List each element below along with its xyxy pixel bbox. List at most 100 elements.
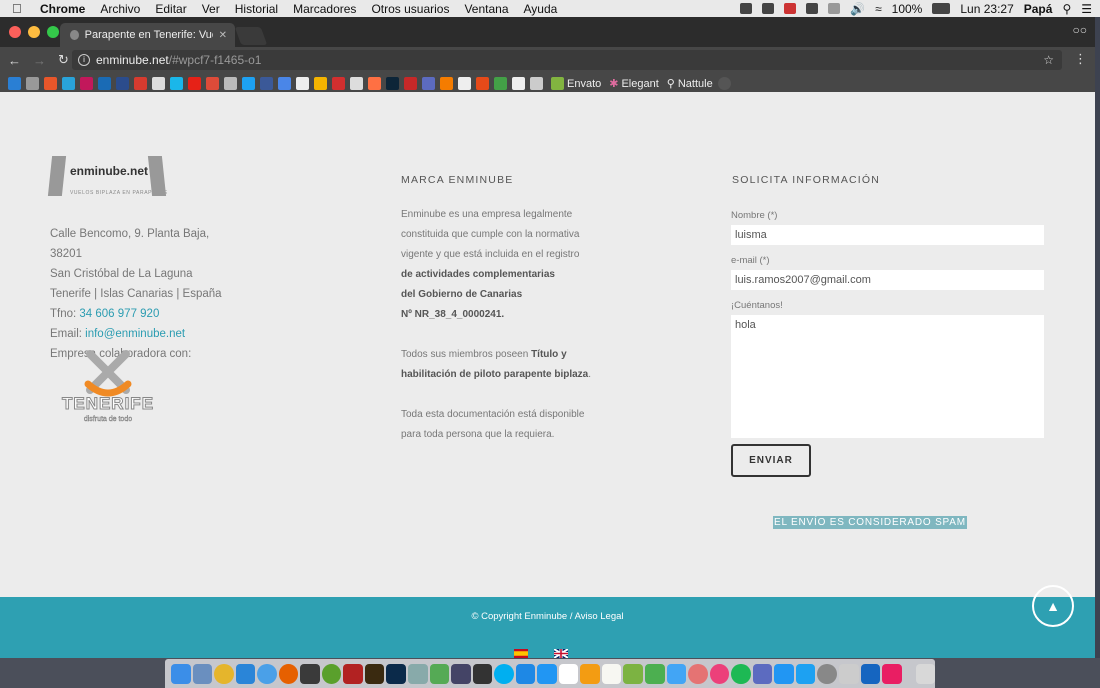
firefox-icon[interactable] [278, 663, 299, 684]
battery-icon[interactable] [932, 3, 951, 14]
app-icon[interactable] [451, 663, 471, 684]
bookmark-envato[interactable]: Envato [551, 77, 601, 90]
photos-icon[interactable] [688, 663, 708, 684]
app-icon[interactable] [472, 663, 493, 684]
name-field[interactable]: luisma [731, 225, 1044, 245]
menu-marcadores[interactable]: Marcadores [293, 2, 356, 16]
close-window-button[interactable] [9, 26, 21, 38]
twitter-icon[interactable] [795, 663, 816, 684]
calendar-icon[interactable] [558, 663, 579, 684]
gmail-status-icon[interactable] [784, 3, 797, 14]
app-icon[interactable] [838, 663, 859, 684]
menu-archivo[interactable]: Archivo [100, 2, 140, 16]
bookmark-icon[interactable] [368, 77, 381, 90]
bookmark-icon[interactable] [494, 77, 507, 90]
bookmark-icon[interactable] [224, 77, 237, 90]
chrome-icon[interactable] [214, 663, 234, 684]
bookmark-icon[interactable] [134, 77, 147, 90]
app-store-icon[interactable] [235, 663, 256, 684]
display-icon[interactable] [806, 3, 819, 14]
menu-ver[interactable]: Ver [202, 2, 220, 16]
itunes-icon[interactable] [709, 663, 730, 684]
app-icon[interactable] [882, 663, 902, 684]
bookmark-icon[interactable] [170, 77, 183, 90]
email-link[interactable]: info@enminube.net [85, 328, 185, 340]
phone-link[interactable]: 34 606 977 920 [79, 308, 159, 320]
bookmark-icon[interactable] [530, 77, 543, 90]
bookmark-icon[interactable] [98, 77, 111, 90]
maximize-window-button[interactable] [47, 26, 59, 38]
forward-icon[interactable]: → [33, 53, 46, 68]
skype-icon[interactable] [494, 663, 514, 684]
drive-icon[interactable] [740, 3, 753, 14]
bookmark-icon[interactable] [458, 77, 471, 90]
bookmark-elegant[interactable]: ✱ Elegant [609, 77, 659, 91]
notes-icon[interactable] [601, 663, 622, 684]
app-icon[interactable] [645, 663, 665, 684]
bookmark-icon[interactable] [332, 77, 345, 90]
reload-icon[interactable]: ↻ [58, 52, 69, 68]
bookmark-icon[interactable] [44, 77, 57, 90]
menu-app-name[interactable]: Chrome [40, 2, 85, 16]
new-tab-button[interactable] [234, 27, 268, 45]
app-icon[interactable] [752, 663, 773, 684]
illustrator-icon[interactable] [364, 663, 385, 684]
back-icon[interactable]: ← [8, 53, 21, 68]
app-icon[interactable] [623, 663, 644, 684]
spotlight-icon[interactable]: ⚲ [1062, 2, 1071, 16]
menu-editar[interactable]: Editar [155, 2, 186, 16]
bookmark-icon[interactable] [188, 77, 201, 90]
bookmark-icon[interactable] [278, 77, 291, 90]
menu-ayuda[interactable]: Ayuda [524, 2, 558, 16]
enminube-logo[interactable]: enminube.net VUELOS BIPLAZA EN PARAPENTE [47, 154, 170, 202]
bookmark-icon[interactable] [350, 77, 363, 90]
spanish-flag-icon[interactable] [514, 649, 528, 658]
app-icon[interactable] [515, 663, 536, 684]
bookmark-nattule[interactable]: ⚲ Nattule [667, 77, 713, 91]
scroll-to-top-button[interactable]: ▲ [1032, 585, 1074, 627]
bluetooth-icon[interactable] [828, 3, 841, 14]
clock[interactable]: Lun 23:27 [960, 2, 1013, 16]
bookmark-icon[interactable] [404, 77, 417, 90]
user-name[interactable]: Papá [1024, 2, 1053, 16]
tenerife-logo[interactable]: TENERIFE disfruta de todo [52, 350, 164, 434]
bookmark-icon[interactable] [314, 77, 327, 90]
bookmark-icon[interactable] [116, 77, 129, 90]
menu-otros-usuarios[interactable]: Otros usuarios [371, 2, 449, 16]
app-store-icon[interactable] [774, 663, 794, 684]
email-field[interactable]: luis.ramos2007@gmail.com [731, 270, 1044, 290]
apple-icon[interactable]:  [12, 1, 26, 16]
bookmark-icon[interactable] [62, 77, 75, 90]
gps-dmp-icon[interactable] [860, 663, 881, 684]
wifi-icon[interactable]: ≈ [875, 2, 882, 16]
bookmark-icon[interactable] [476, 77, 489, 90]
menu-ventana[interactable]: Ventana [464, 2, 508, 16]
bookmark-icon[interactable] [206, 77, 219, 90]
bookmark-icon[interactable] [242, 77, 255, 90]
app-icon[interactable] [537, 663, 557, 684]
chrome-menu-icon[interactable]: ⋮ [1074, 51, 1087, 67]
filezilla-icon[interactable] [343, 663, 363, 684]
copyright-text[interactable]: © Copyright Enminube / Aviso Legal [0, 611, 1095, 622]
app-icon[interactable] [666, 663, 687, 684]
minimize-window-button[interactable] [28, 26, 40, 38]
app-icon[interactable] [580, 663, 600, 684]
trash-icon[interactable] [915, 663, 936, 684]
bookmark-icon[interactable] [422, 77, 435, 90]
tab-active[interactable]: Parapente en Tenerife: Vuelos ✕ [60, 23, 235, 47]
app-icon[interactable] [300, 663, 320, 684]
volume-icon[interactable]: 🔊 [850, 2, 865, 16]
bookmark-icon[interactable] [386, 77, 399, 90]
app-icon[interactable] [429, 663, 450, 684]
system-preferences-icon[interactable] [817, 663, 837, 684]
tab-close-icon[interactable]: ✕ [219, 30, 227, 41]
app-icon[interactable] [408, 663, 428, 684]
bookmark-star-icon[interactable]: ☆ [1043, 53, 1054, 67]
bookmark-icon[interactable] [260, 77, 273, 90]
notification-center-icon[interactable]: ☰ [1081, 2, 1092, 16]
address-bar[interactable]: i enminube.net /#wpcf7-f1465-o1 ☆ [72, 50, 1062, 70]
spotify-icon[interactable] [731, 663, 751, 684]
bookmark-icon[interactable] [296, 77, 309, 90]
battery-percent[interactable]: 100% [892, 2, 923, 16]
finder-icon[interactable] [171, 663, 191, 684]
